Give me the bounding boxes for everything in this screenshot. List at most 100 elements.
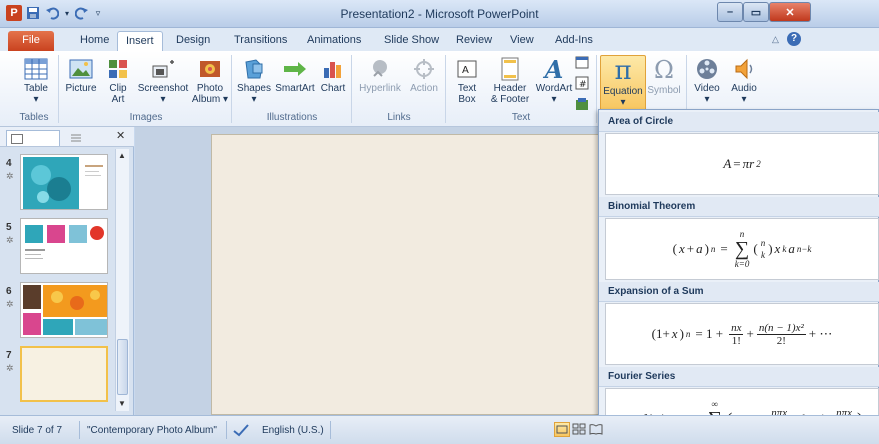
action-label: Action	[410, 83, 438, 94]
equation-binomial-theorem[interactable]: (x + a) n = n ∑ k=0 (n k) x k a n−k	[605, 218, 879, 280]
speaker-icon	[727, 55, 761, 83]
audio-button[interactable]: Audio ▾	[727, 55, 761, 109]
wordart-icon: A	[544, 54, 564, 84]
scroll-down-icon[interactable]: ▼	[118, 399, 126, 408]
picture-icon	[63, 55, 99, 83]
tab-animations[interactable]: Animations	[299, 31, 369, 51]
animation-star-icon: ✲	[6, 299, 14, 309]
separator	[330, 421, 331, 439]
tab-home[interactable]: Home	[72, 31, 117, 51]
screenshot-label: Screenshot	[137, 83, 189, 94]
slide-number: 6	[6, 286, 12, 297]
table-dropdown-icon: ▾	[33, 94, 39, 105]
separator	[226, 421, 227, 439]
tab-insert[interactable]: Insert	[117, 31, 163, 51]
tab-file[interactable]: File	[8, 31, 54, 51]
text-box-button[interactable]: A Text Box	[449, 55, 485, 109]
animation-star-icon: ✲	[6, 363, 14, 373]
minimize-ribbon-icon[interactable]: △	[772, 34, 779, 45]
table-icon	[16, 55, 56, 83]
equation-gallery: Area of Circle A = πr 2 Binomial Theorem (x…	[598, 109, 879, 444]
slide-thumbnail-5[interactable]: 5 ✲	[6, 218, 110, 278]
clip-art-label-1: Clip	[109, 83, 127, 94]
photo-album-button[interactable]: Photo Album ▾	[191, 55, 229, 109]
slides-scrollbar[interactable]: ▲ ▼	[115, 149, 129, 411]
group-label-illustrations: Illustrations	[266, 112, 318, 123]
video-button[interactable]: Video ▾	[690, 55, 724, 109]
clip-art-button[interactable]: Clip Art	[103, 55, 133, 109]
header-footer-button[interactable]: Header & Footer	[487, 55, 533, 109]
screenshot-icon	[135, 55, 191, 83]
slides-tab[interactable]	[6, 130, 60, 146]
wordart-button[interactable]: A WordArt ▾	[534, 55, 574, 109]
help-icon[interactable]: ?	[787, 32, 801, 46]
tab-add-ins[interactable]: Add-Ins	[547, 31, 601, 51]
slide-thumbnail-4[interactable]: 4 ✲	[6, 154, 110, 214]
tab-transitions[interactable]: Transitions	[226, 31, 295, 51]
outline-tab[interactable]	[66, 130, 106, 146]
shapes-button[interactable]: Shapes ▾	[236, 55, 272, 109]
spelling-check-icon[interactable]	[232, 422, 250, 441]
slide-thumbnail-image	[20, 282, 108, 338]
normal-view-icon[interactable]	[554, 422, 570, 437]
action-button[interactable]: Action	[406, 55, 442, 109]
slide-thumbnail-6[interactable]: 6 ✲	[6, 282, 110, 342]
close-button[interactable]: ✕	[769, 2, 811, 22]
gallery-heading: Fourier Series	[599, 367, 879, 387]
video-label: Video	[694, 83, 720, 94]
title-bar: P ▾ ▿ Presentation2 - Microsoft PowerPoi…	[0, 0, 879, 28]
close-pane-icon[interactable]: ✕	[116, 129, 125, 142]
smartart-button[interactable]: SmartArt	[273, 55, 317, 109]
pane-tabs: ✕	[0, 127, 134, 147]
symbol-label: Symbol	[647, 85, 681, 96]
group-label-tables: Tables	[19, 112, 49, 123]
equation-area-of-circle[interactable]: A = πr 2	[605, 133, 879, 195]
tab-design[interactable]: Design	[168, 31, 218, 51]
table-button[interactable]: Table ▾	[16, 55, 56, 109]
pi-icon: π	[614, 55, 632, 86]
picture-button[interactable]: Picture	[63, 55, 99, 109]
equation-dropdown-icon: ▾	[620, 97, 626, 108]
animation-star-icon: ✲	[6, 235, 14, 245]
text-box-icon: A	[449, 55, 485, 83]
equation-expansion-of-a-sum[interactable]: (1+ x) n = 1 + nx 1! + n(n − 1)x² 2! + ⋯	[605, 303, 879, 365]
tab-slide-show[interactable]: Slide Show	[376, 31, 447, 51]
scroll-thumb[interactable]	[117, 339, 128, 395]
audio-dropdown-icon: ▾	[741, 94, 747, 105]
status-theme[interactable]: "Contemporary Photo Album"	[87, 425, 217, 436]
svg-text:#: #	[579, 80, 587, 90]
slide-thumbnail-7[interactable]: 7 ✲	[6, 346, 110, 406]
text-small-buttons: #	[575, 55, 593, 114]
slide-number: 4	[6, 158, 12, 169]
clip-art-icon	[103, 55, 133, 83]
slide-canvas[interactable]	[211, 134, 606, 415]
slides-pane: ✕ 4 ✲ 5 ✲ 6 ✲ 7 ✲ ▲ ▼	[0, 127, 134, 415]
group-label-links: Links	[387, 112, 411, 123]
screenshot-dropdown-icon: ▾	[160, 94, 166, 105]
hyperlink-button[interactable]: Hyperlink	[356, 55, 404, 109]
text-box-label-1: Text	[457, 83, 477, 94]
symbol-button[interactable]: Ω Symbol	[647, 55, 681, 109]
equation-button[interactable]: π Equation ▾	[600, 55, 646, 111]
text-box-label-2: Box	[458, 94, 476, 105]
status-language[interactable]: English (U.S.)	[262, 425, 324, 436]
photo-album-label-2: Album ▾	[191, 94, 229, 105]
tab-view[interactable]: View	[502, 31, 542, 51]
reading-view-icon[interactable]	[589, 422, 603, 439]
gallery-heading: Area of Circle	[599, 112, 879, 132]
slide-number-icon[interactable]: #	[575, 76, 593, 93]
shapes-label: Shapes	[237, 83, 271, 94]
tab-review[interactable]: Review	[448, 31, 500, 51]
separator	[445, 55, 446, 123]
maximize-button[interactable]: ▭	[743, 2, 769, 22]
screenshot-button[interactable]: Screenshot ▾	[135, 55, 191, 109]
minimize-button[interactable]: –	[717, 2, 743, 22]
photo-album-label-1: Photo	[196, 83, 224, 94]
chart-label: Chart	[320, 83, 346, 94]
date-time-icon[interactable]	[575, 55, 593, 72]
slide-sorter-view-icon[interactable]	[572, 422, 586, 439]
chart-button[interactable]: Chart	[318, 55, 348, 109]
hyperlink-label: Hyperlink	[359, 83, 401, 94]
slide-editor	[135, 127, 606, 415]
scroll-up-icon[interactable]: ▲	[118, 151, 126, 160]
